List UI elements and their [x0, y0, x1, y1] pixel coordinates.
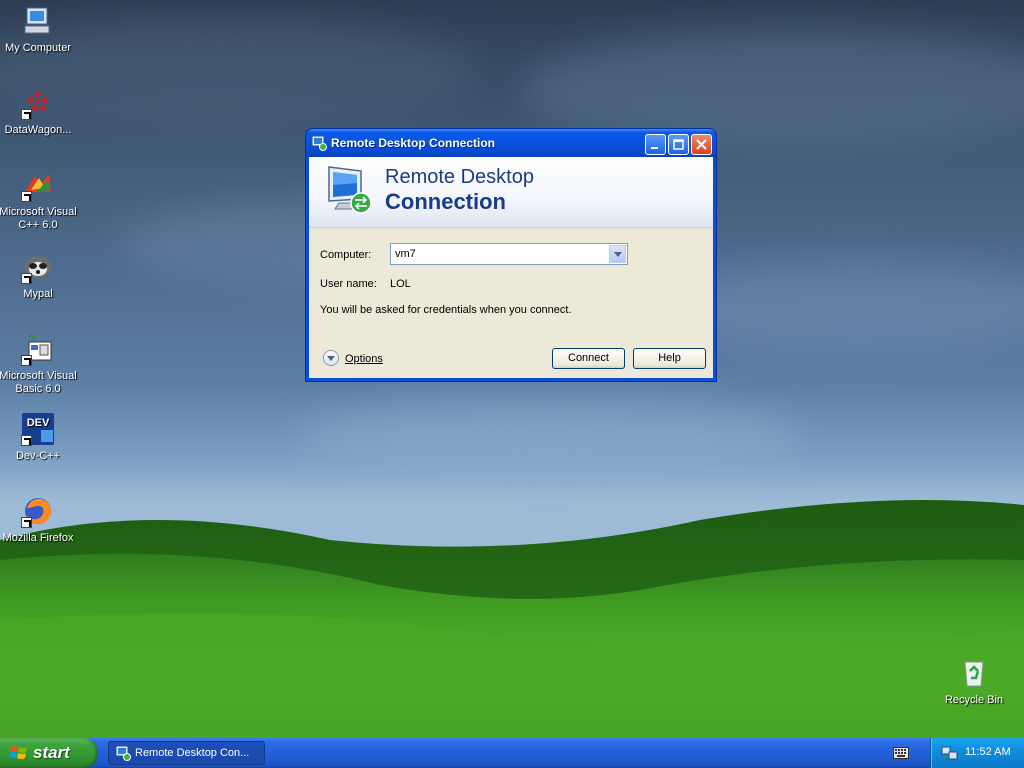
dialog-banner: Remote Desktop Connection	[309, 157, 713, 228]
desktop: My Computer DataWagon... Microsoft Visua…	[0, 0, 1024, 738]
recycle-bin-icon	[957, 656, 991, 690]
shortcut-arrow-icon	[21, 191, 32, 202]
connect-button[interactable]: Connect	[552, 348, 625, 369]
desktop-icon-label: DataWagon...	[4, 124, 72, 136]
window-title: Remote Desktop Connection	[331, 136, 496, 150]
desktop-icon-label: Microsoft Visual Basic 6.0	[0, 370, 77, 395]
svg-text:DEV: DEV	[27, 417, 50, 429]
start-label: start	[33, 743, 70, 762]
desktop-icon-dev-cpp[interactable]: DEV Dev-C++	[0, 412, 78, 463]
dev-cpp-icon: DEV	[21, 412, 55, 446]
desktop-icon-datawagon[interactable]: DataWagon...	[0, 86, 78, 137]
window-client-area: Remote Desktop Connection Computer: vm7 …	[309, 157, 713, 378]
desktop-icon-label: Recycle Bin	[944, 694, 1004, 706]
network-icon[interactable]	[941, 744, 959, 762]
window-titlebar[interactable]: Remote Desktop Connection	[306, 129, 716, 157]
clock[interactable]: 11:52 AM	[965, 746, 1011, 758]
minimize-icon	[651, 147, 658, 149]
username-value: LOL	[390, 278, 411, 290]
visual-basic-icon	[21, 332, 55, 366]
computer-combobox[interactable]: vm7	[390, 243, 628, 265]
visual-cpp-icon	[21, 168, 55, 202]
mypal-icon	[21, 250, 55, 284]
minimize-button[interactable]	[645, 134, 666, 155]
help-button[interactable]: Help	[633, 348, 706, 369]
firefox-icon	[21, 494, 55, 528]
maximize-button[interactable]	[668, 134, 689, 155]
desktop-icon-my-computer[interactable]: My Computer	[0, 4, 78, 55]
taskbar-item-remote-desktop[interactable]: Remote Desktop Con...	[108, 741, 265, 765]
options-link[interactable]: Options	[345, 353, 383, 365]
desktop-icon-visual-cpp[interactable]: Microsoft Visual C++ 6.0	[0, 168, 78, 232]
computer-label: Computer:	[320, 249, 372, 261]
windows-logo-icon	[10, 746, 27, 759]
remote-desktop-window: Remote Desktop Connection Remote Desktop…	[306, 129, 716, 381]
close-icon	[696, 139, 707, 150]
desktop-icon-label: My Computer	[4, 42, 72, 54]
desktop-icon-mypal[interactable]: Mypal	[0, 250, 78, 301]
remote-desktop-logo-icon	[328, 166, 372, 214]
taskbar-item-label: Remote Desktop Con...	[135, 747, 250, 759]
close-button[interactable]	[691, 134, 712, 155]
shortcut-arrow-icon	[21, 273, 32, 284]
desktop-icon-visual-basic[interactable]: Microsoft Visual Basic 6.0	[0, 332, 78, 396]
chevron-down-icon[interactable]	[609, 245, 626, 263]
username-label: User name:	[320, 278, 377, 290]
remote-desktop-icon	[115, 745, 131, 761]
desktop-icon-label: Mozilla Firefox	[2, 532, 74, 544]
desktop-icon-firefox[interactable]: Mozilla Firefox	[0, 494, 78, 545]
options-expand-icon[interactable]	[323, 350, 339, 366]
banner-title-line1: Remote Desktop	[385, 166, 534, 188]
maximize-icon	[673, 139, 684, 150]
remote-desktop-icon	[311, 135, 327, 151]
banner-title-line2: Connection	[385, 189, 506, 214]
system-tray: 11:52 AM	[930, 738, 1024, 768]
shortcut-arrow-icon	[21, 517, 32, 528]
start-button[interactable]: start	[0, 738, 98, 768]
shortcut-arrow-icon	[21, 435, 32, 446]
desktop-icon-recycle-bin[interactable]: Recycle Bin	[934, 656, 1014, 707]
shortcut-arrow-icon	[21, 109, 32, 120]
computer-value: vm7	[395, 248, 416, 260]
datawagon-icon	[21, 86, 55, 120]
taskbar: start Remote Desktop Con... 11:52 AM	[0, 738, 1024, 768]
keyboard-icon[interactable]	[893, 747, 909, 759]
credentials-info-text: You will be asked for credentials when y…	[320, 304, 572, 316]
desktop-icon-label: Dev-C++	[15, 450, 61, 462]
my-computer-icon	[21, 4, 55, 38]
shortcut-arrow-icon	[21, 355, 32, 366]
desktop-icon-label: Microsoft Visual C++ 6.0	[0, 206, 77, 231]
desktop-icon-label: Mypal	[23, 288, 53, 300]
